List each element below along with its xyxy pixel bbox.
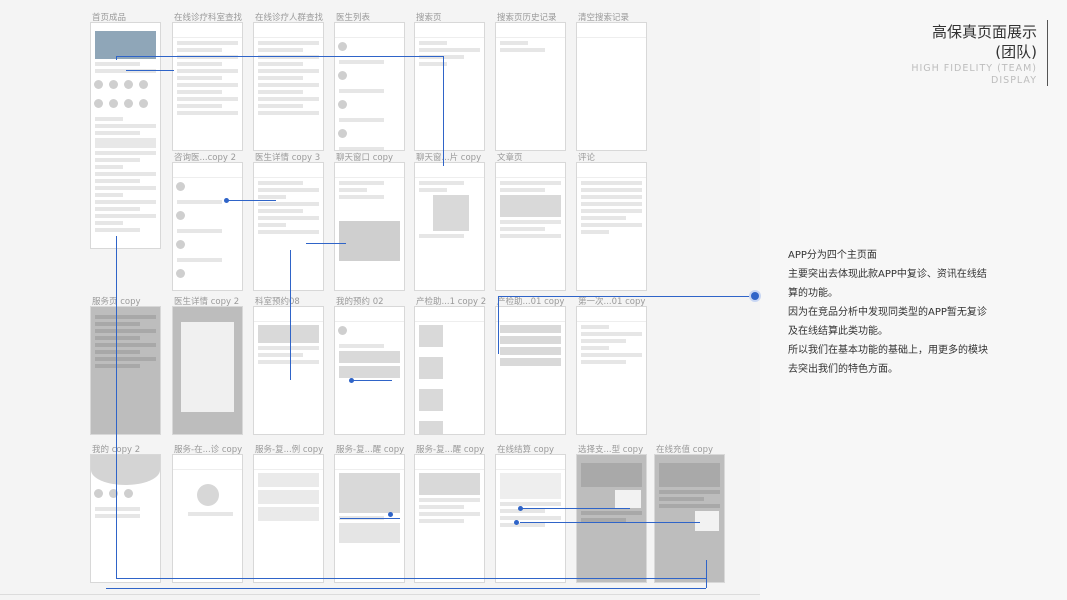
flow-connector — [126, 70, 174, 71]
screen-prenatal-1[interactable] — [414, 306, 485, 435]
screen-consult[interactable] — [172, 162, 243, 291]
screen-dept-search[interactable] — [172, 22, 243, 151]
flow-endpoint — [751, 292, 759, 300]
description-text: APP分为四个主页面 主要突出去体现此款APP中复诊、资讯在线结算的功能。 因为… — [788, 246, 996, 379]
flow-connector — [706, 560, 707, 588]
title-line: (团队) — [995, 43, 1037, 61]
page-title: 高保真页面展示 (团队) — [932, 22, 1037, 62]
screen-chat[interactable] — [334, 162, 405, 291]
flow-node — [518, 506, 523, 511]
flow-connector — [106, 588, 706, 589]
screen-mine[interactable] — [90, 454, 161, 583]
divider — [0, 594, 760, 595]
screen-online-payment[interactable] — [495, 454, 566, 583]
page-subtitle: HIGH FIDELITY (TEAM) DISPLAY — [911, 63, 1037, 87]
flow-node — [514, 520, 519, 525]
flow-connector — [306, 243, 346, 244]
flow-connector — [520, 508, 630, 509]
flow-connector — [520, 522, 700, 523]
flow-connector — [352, 380, 392, 381]
screen-service[interactable] — [90, 306, 161, 435]
screen-group-search[interactable] — [253, 22, 324, 151]
description-line: 因为在竞品分析中发现同类型的APP暂无复诊及在线结算此类功能。 — [788, 307, 987, 337]
screen-dept-booking[interactable] — [253, 306, 324, 435]
screen-comments[interactable] — [576, 162, 647, 291]
screen-service-online[interactable] — [172, 454, 243, 583]
screen-online-recharge[interactable] — [654, 454, 725, 583]
flow-node — [224, 198, 229, 203]
screen-choose-payment[interactable] — [576, 454, 647, 583]
flow-connector — [443, 56, 444, 166]
flow-connector — [116, 236, 117, 579]
subtitle-line: DISPLAY — [991, 75, 1037, 86]
title-accent-bar — [1047, 20, 1048, 86]
flow-connector — [498, 296, 499, 354]
screen-doctor-detail[interactable] — [253, 162, 324, 291]
screen-doctor-list[interactable] — [334, 22, 405, 151]
subtitle-line: HIGH FIDELITY (TEAM) — [911, 63, 1037, 74]
screen-first-visit[interactable] — [576, 306, 647, 435]
screen-doctor-detail-2[interactable] — [172, 306, 243, 435]
flow-connector — [340, 518, 400, 519]
flow-connector — [226, 200, 276, 201]
flow-connector — [116, 578, 706, 579]
screen-service-case[interactable] — [253, 454, 324, 583]
flow-connector — [498, 296, 755, 297]
screen-search[interactable] — [414, 22, 485, 151]
description-line: 所以我们在基本功能的基础上，用更多的模块去突出我们的特色方面。 — [788, 345, 988, 375]
screen-my-booking[interactable] — [334, 306, 405, 435]
screen-service-reminder-2[interactable] — [414, 454, 485, 583]
flow-connector — [290, 250, 291, 380]
screen-search-history[interactable] — [495, 22, 566, 151]
flow-node — [388, 512, 393, 517]
screen-clear-history[interactable] — [576, 22, 647, 151]
screen-article[interactable] — [495, 162, 566, 291]
screen-prenatal-2[interactable] — [495, 306, 566, 435]
flow-node — [349, 378, 354, 383]
screen-chat-image[interactable] — [414, 162, 485, 291]
title-line: 高保真页面展示 — [931, 23, 1037, 41]
flow-connector — [116, 56, 444, 60]
description-line: 主要突出去体现此款APP中复诊、资讯在线结算的功能。 — [788, 269, 987, 299]
description-line: APP分为四个主页面 — [788, 250, 877, 261]
